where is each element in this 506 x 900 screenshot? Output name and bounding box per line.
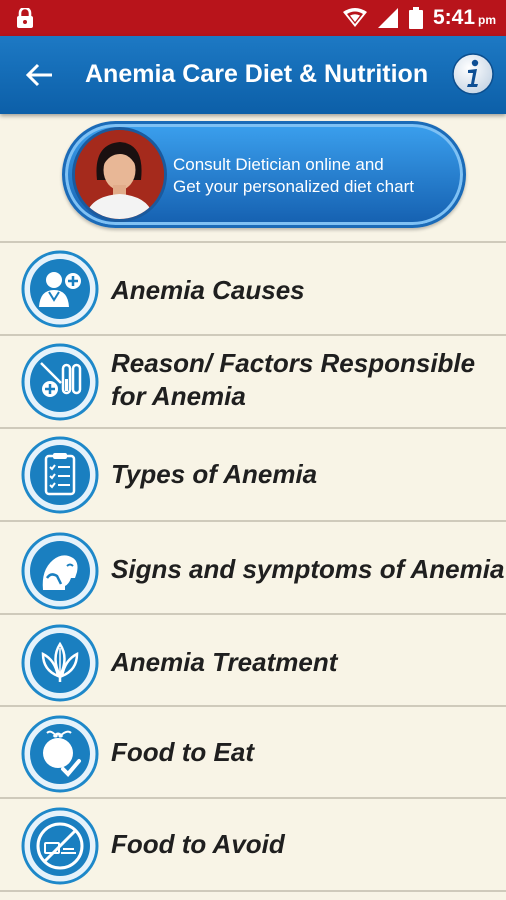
menu-item-food-to-eat[interactable]: Food to Eat [0,707,506,797]
menu-item-label: Anemia Causes [111,275,305,305]
consult-line2: Get your personalized diet chart [173,177,414,196]
status-bar: 5:41 pm [0,0,506,36]
info-icon[interactable] [452,53,494,95]
menu-item-label: Food to Avoid [111,829,285,859]
lock-icon [17,8,33,28]
divider [0,890,506,892]
menu-item-types-of-anemia[interactable]: Types of Anemia [0,429,506,519]
app-bar: Anemia Care Diet & Nutrition [0,36,506,114]
clock: 5:41 pm [432,6,496,29]
beetroot-check-icon [21,715,99,793]
battery-icon [408,7,423,29]
dietician-avatar [75,130,164,219]
menu-item-food-to-avoid[interactable]: Food to Avoid [0,799,506,889]
menu-item-label: Types of Anemia [111,459,318,489]
clipboard-checklist-icon [21,436,99,514]
signal-icon [377,8,398,28]
menu-item-label-line2: for Anemia [111,381,246,411]
menu-item-reason-factors[interactable]: Reason/ Factors Responsible for Anemia [0,336,506,426]
consult-text: Consult Dietician online and Get your pe… [173,154,414,198]
arrow-left-icon[interactable] [24,61,54,89]
menu-item-anemia-causes[interactable]: Anemia Causes [0,243,506,333]
leaves-icon [21,624,99,702]
menu-item-label: Anemia Treatment [111,647,338,677]
doctor-plus-icon [21,250,99,328]
page-title: Anemia Care Diet & Nutrition [85,60,429,88]
menu-item-signs-symptoms[interactable]: Signs and symptoms of Anemia [0,522,506,612]
test-tubes-icon [21,343,99,421]
consult-dietician-button[interactable]: Consult Dietician online and Get your pe… [62,121,466,228]
menu-item-label-line1: Reason/ Factors Responsible [111,348,476,378]
menu-item-label: Signs and symptoms of Anemia [111,554,505,584]
menu-item-label: Food to Eat [111,737,254,767]
menu-item-anemia-treatment[interactable]: Anemia Treatment [0,615,506,705]
no-food-icon [21,807,99,885]
consult-line1: Consult Dietician online and [173,155,384,174]
person-symptoms-icon [21,532,99,610]
wifi-icon [342,8,367,27]
